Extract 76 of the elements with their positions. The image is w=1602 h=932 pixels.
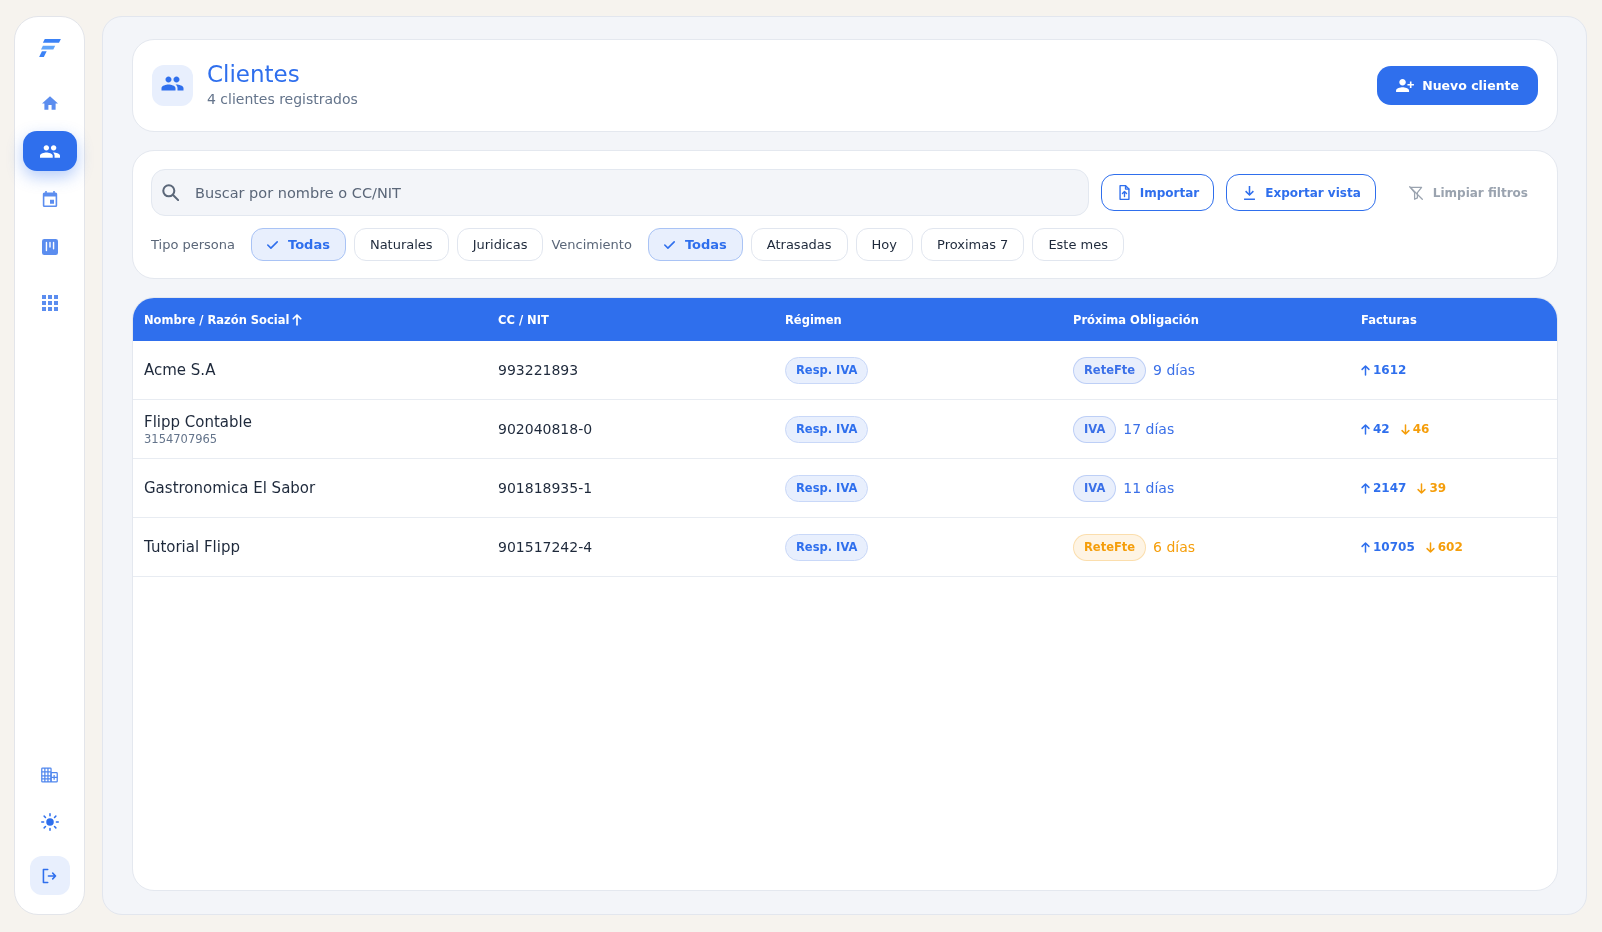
arrow-down-icon xyxy=(1417,482,1427,494)
filter-label: Tipo persona xyxy=(151,237,236,252)
export-button[interactable]: Exportar vista xyxy=(1226,174,1376,211)
arrow-up-icon xyxy=(1361,423,1370,435)
filter-chip[interactable]: Naturales xyxy=(353,228,449,261)
nav-item[interactable] xyxy=(22,131,77,171)
search-icon xyxy=(162,184,179,201)
client-name: Tutorial Flipp xyxy=(144,538,240,556)
logo-icon xyxy=(38,39,61,57)
person-add-icon xyxy=(1396,79,1415,92)
filter-chip[interactable]: Todas xyxy=(647,228,743,261)
obligation-tag: ReteFte xyxy=(1073,533,1147,561)
calendar-icon xyxy=(41,191,58,207)
due-text: 11 días xyxy=(1123,480,1175,496)
client-name: Flipp Contable xyxy=(144,412,252,431)
received-count: 46 xyxy=(1412,422,1430,436)
issued-count: 10705 xyxy=(1373,540,1415,554)
received-count: 602 xyxy=(1437,540,1463,554)
client-name: Gastronomica El Sabor xyxy=(144,479,316,497)
obligation-tag: IVA xyxy=(1073,474,1117,502)
check-icon xyxy=(663,240,675,249)
table-cell: 993221893 xyxy=(498,362,579,378)
grid-icon xyxy=(41,295,58,311)
arrow-down-icon xyxy=(1425,541,1435,553)
filter-label: Vencimiento xyxy=(551,237,632,252)
regime-tag: Resp. IVA xyxy=(785,474,869,502)
arrow-up-icon xyxy=(1361,541,1370,553)
filter-chip[interactable]: Juridicas xyxy=(456,228,544,261)
column-header[interactable]: Próxima Obligación xyxy=(1073,312,1199,327)
import-button[interactable]: Importar xyxy=(1100,174,1215,211)
table-cell: 901818935-1 xyxy=(498,480,593,496)
issued-count: 2147 xyxy=(1373,481,1407,495)
arrow-up-icon xyxy=(1361,482,1370,494)
search-field[interactable]: Buscar por nombre o CC/NIT xyxy=(151,169,1089,216)
regime-tag: Resp. IVA xyxy=(785,356,869,384)
obligation-tag: ReteFte xyxy=(1073,356,1147,384)
table-cell: 901517242-4 xyxy=(498,539,593,555)
users-icon xyxy=(39,144,60,158)
filter-off-icon xyxy=(1408,185,1423,200)
table-cell: 902040818-0 xyxy=(498,421,593,437)
arrow-up-icon xyxy=(292,313,303,326)
issued-count: 42 xyxy=(1373,422,1390,436)
client-phone: 3154707965 xyxy=(144,431,218,446)
home-icon xyxy=(41,95,58,111)
filter-chip[interactable]: Atrasadas xyxy=(750,228,848,261)
users-icon xyxy=(152,65,193,106)
sun-icon xyxy=(40,813,59,831)
download-icon xyxy=(1244,185,1256,200)
logout-icon xyxy=(42,867,57,884)
regime-tag: Resp. IVA xyxy=(785,415,869,443)
new-client-button[interactable]: Nuevo cliente xyxy=(1377,66,1538,105)
page-title: Clientes xyxy=(207,60,300,88)
column-header[interactable]: Nombre / Razón Social xyxy=(144,312,303,327)
arrow-down-icon xyxy=(1400,423,1410,435)
filter-chip[interactable]: Proximas 7 xyxy=(921,228,1025,261)
filter-chip[interactable]: Hoy xyxy=(855,228,914,261)
column-header[interactable]: Facturas xyxy=(1361,312,1417,327)
column-header[interactable]: Régimen xyxy=(785,312,842,327)
page-subtitle: 4 clientes registrados xyxy=(207,91,358,107)
building-icon xyxy=(41,767,58,783)
filter-chip[interactable]: Este mes xyxy=(1032,228,1125,261)
regime-tag: Resp. IVA xyxy=(785,533,869,561)
due-text: 17 días xyxy=(1123,421,1175,437)
board-icon xyxy=(41,239,58,255)
client-name: Acme S.A xyxy=(144,361,216,379)
received-count: 39 xyxy=(1429,481,1447,495)
check-icon xyxy=(267,240,279,249)
due-text: 9 días xyxy=(1153,362,1196,378)
due-text: 6 días xyxy=(1153,539,1196,555)
arrow-up-icon xyxy=(1361,364,1370,376)
filter-chip[interactable]: Todas xyxy=(251,228,346,261)
logout-button[interactable] xyxy=(29,856,70,895)
file-upload-icon xyxy=(1118,185,1130,200)
obligation-tag: IVA xyxy=(1073,415,1117,443)
issued-count: 1612 xyxy=(1373,363,1407,377)
column-header[interactable]: CC / NIT xyxy=(498,312,549,327)
